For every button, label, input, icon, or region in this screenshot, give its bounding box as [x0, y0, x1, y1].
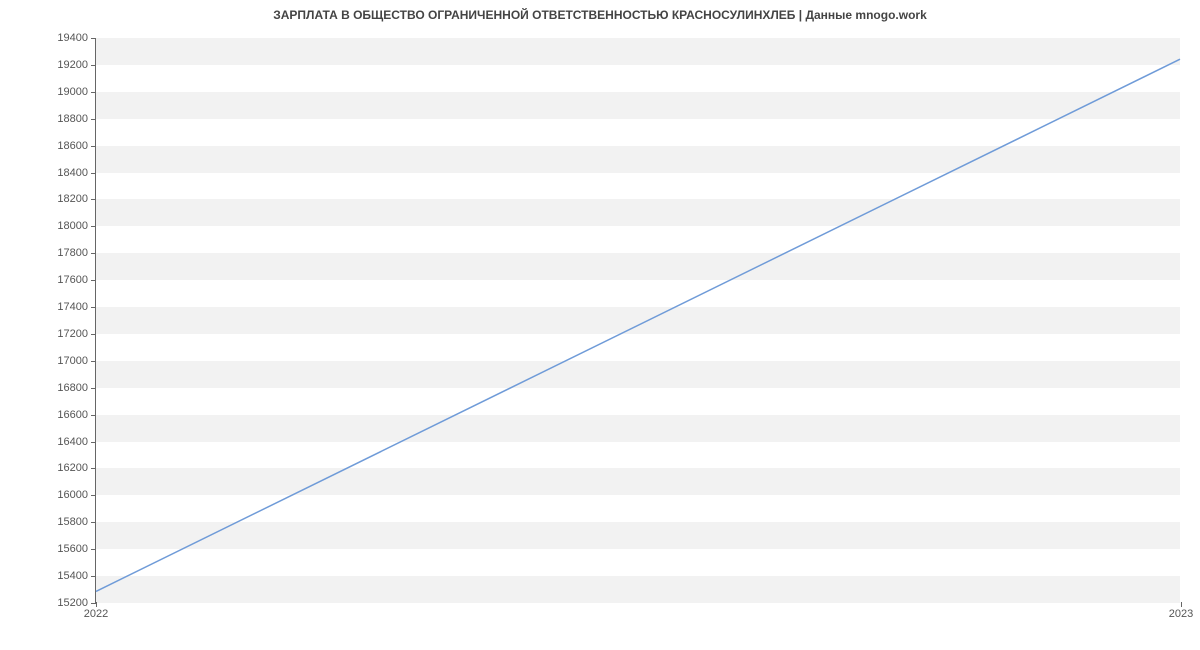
y-tick-mark	[91, 38, 96, 39]
y-tick-mark	[91, 361, 96, 362]
y-tick-label: 19000	[28, 86, 88, 98]
y-tick-label: 18800	[28, 113, 88, 125]
y-tick-label: 18200	[28, 193, 88, 205]
y-tick-mark	[91, 522, 96, 523]
y-tick-label: 16600	[28, 409, 88, 421]
y-tick-mark	[91, 415, 96, 416]
y-tick-mark	[91, 495, 96, 496]
y-tick-mark	[91, 92, 96, 93]
line-svg	[96, 38, 1180, 602]
y-tick-label: 17200	[28, 328, 88, 340]
y-tick-label: 17000	[28, 355, 88, 367]
y-tick-mark	[91, 226, 96, 227]
y-tick-mark	[91, 65, 96, 66]
y-tick-mark	[91, 442, 96, 443]
y-tick-label: 16400	[28, 436, 88, 448]
y-tick-mark	[91, 119, 96, 120]
y-tick-mark	[91, 199, 96, 200]
y-tick-mark	[91, 576, 96, 577]
chart-container: ЗАРПЛАТА В ОБЩЕСТВО ОГРАНИЧЕННОЙ ОТВЕТСТ…	[0, 0, 1200, 650]
y-tick-label: 15600	[28, 543, 88, 555]
data-line	[96, 59, 1180, 591]
y-tick-mark	[91, 334, 96, 335]
y-tick-label: 17600	[28, 274, 88, 286]
y-tick-label: 18000	[28, 220, 88, 232]
y-tick-mark	[91, 388, 96, 389]
y-tick-mark	[91, 549, 96, 550]
y-tick-label: 19200	[28, 59, 88, 71]
plot-area: 20222023	[95, 38, 1180, 603]
y-tick-label: 16800	[28, 382, 88, 394]
y-tick-label: 16200	[28, 462, 88, 474]
y-tick-mark	[91, 146, 96, 147]
y-tick-mark	[91, 173, 96, 174]
y-tick-label: 17400	[28, 301, 88, 313]
y-tick-label: 19400	[28, 32, 88, 44]
x-tick-label: 2023	[1169, 608, 1193, 620]
y-tick-label: 17800	[28, 247, 88, 259]
y-tick-mark	[91, 253, 96, 254]
y-tick-label: 15200	[28, 597, 88, 609]
chart-title: ЗАРПЛАТА В ОБЩЕСТВО ОГРАНИЧЕННОЙ ОТВЕТСТ…	[0, 8, 1200, 22]
y-tick-label: 18600	[28, 140, 88, 152]
y-tick-mark	[91, 307, 96, 308]
y-tick-label: 16000	[28, 489, 88, 501]
x-tick-mark	[96, 602, 97, 607]
y-tick-label: 15800	[28, 516, 88, 528]
x-tick-label: 2022	[84, 608, 108, 620]
y-tick-label: 18400	[28, 167, 88, 179]
y-tick-mark	[91, 280, 96, 281]
x-tick-mark	[1181, 602, 1182, 607]
y-tick-label: 15400	[28, 570, 88, 582]
y-tick-mark	[91, 468, 96, 469]
